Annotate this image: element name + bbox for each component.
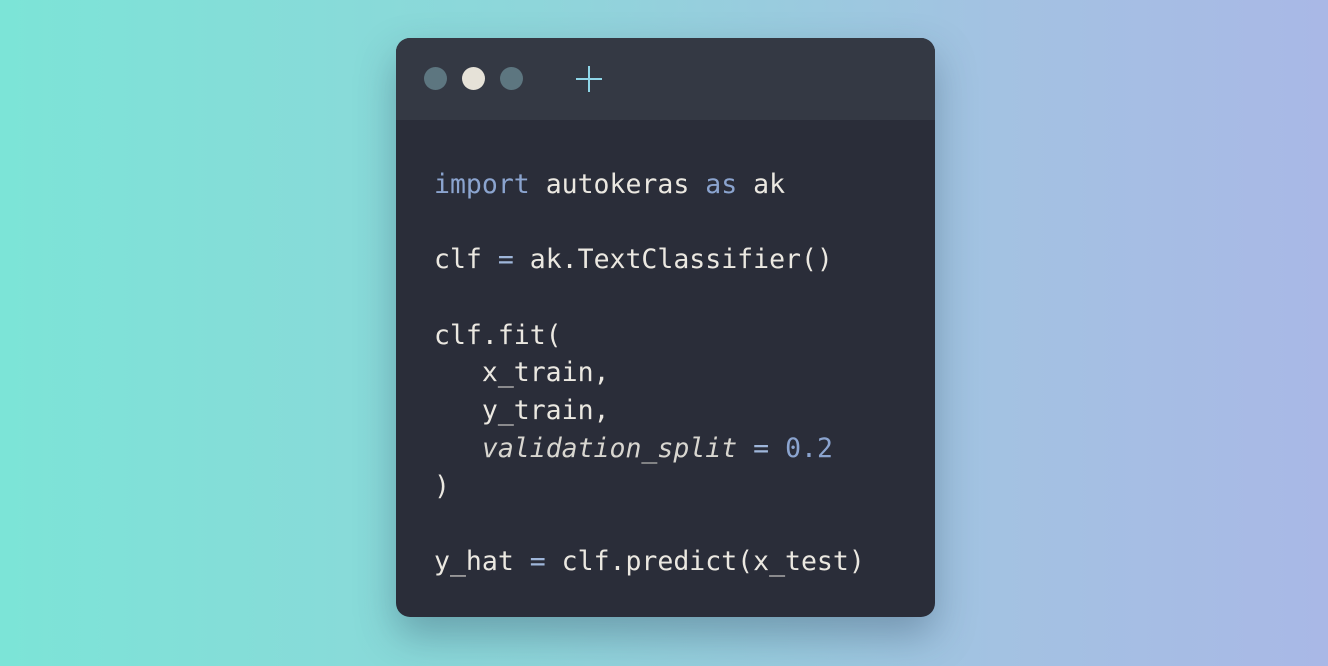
code-line: ) bbox=[434, 468, 865, 506]
code-text: autokeras bbox=[529, 169, 706, 200]
plus-icon[interactable] bbox=[574, 38, 604, 120]
code-window: import autokeras as ak clf = ak.TextClass… bbox=[396, 38, 935, 617]
code-text: x_train, bbox=[434, 357, 610, 389]
maximize-button[interactable] bbox=[500, 67, 523, 90]
code-parameter: validation_split bbox=[481, 432, 738, 464]
code-block: import autokeras as ak clf = ak.TextClass… bbox=[434, 166, 865, 581]
code-text: ) bbox=[434, 470, 450, 502]
code-number: 0.2 bbox=[785, 432, 833, 464]
code-line: clf = ak.TextClassifier() bbox=[434, 241, 865, 279]
code-keyword: as bbox=[705, 169, 738, 200]
code-operator: = bbox=[529, 545, 546, 577]
code-text: y_hat bbox=[434, 545, 530, 577]
code-text: ak bbox=[737, 169, 786, 200]
code-line: validation_split = 0.2 bbox=[434, 430, 865, 468]
code-text: clf.fit( bbox=[434, 319, 562, 351]
code-operator: = bbox=[497, 244, 514, 276]
code-keyword: import bbox=[434, 169, 530, 200]
code-line: y_hat = clf.predict(x_test) bbox=[434, 543, 865, 581]
code-line: import autokeras as ak bbox=[434, 166, 865, 204]
code-text: y_train, bbox=[434, 395, 610, 427]
code-line: y_train, bbox=[434, 392, 865, 430]
code-line: x_train, bbox=[434, 354, 865, 392]
code-text: ak.TextClassifier() bbox=[513, 244, 833, 276]
code-operator: = bbox=[753, 432, 770, 464]
code-text: clf bbox=[434, 244, 498, 276]
minimize-button[interactable] bbox=[462, 67, 485, 90]
code-line: clf.fit( bbox=[434, 317, 865, 355]
close-button[interactable] bbox=[424, 67, 447, 90]
window-titlebar bbox=[396, 38, 935, 120]
code-text: clf.predict(x_test) bbox=[545, 545, 865, 577]
